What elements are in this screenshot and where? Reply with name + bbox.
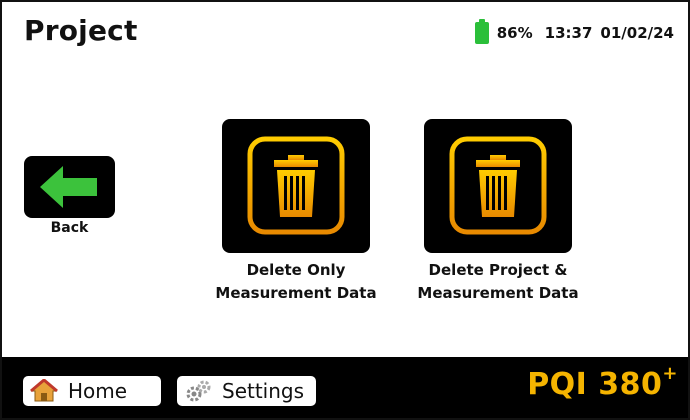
battery-percent: 86% xyxy=(496,24,533,42)
home-label: Home xyxy=(68,379,128,403)
arrow-left-icon xyxy=(40,166,97,208)
back-label: Back xyxy=(50,220,89,236)
screen-frame: Project 86% 13:37 01/02/24 Back Delete O… xyxy=(0,0,690,420)
home-tab[interactable]: Home xyxy=(23,376,161,406)
delete-project-label: Delete Project & Measurement Data xyxy=(417,261,579,302)
delete-measurement-data-label: Delete Only Measurement Data xyxy=(215,261,377,302)
house-icon xyxy=(30,379,58,403)
settings-tab[interactable]: Settings xyxy=(177,376,316,406)
bottom-bar: Home Settings PQI 380+ xyxy=(2,357,688,418)
trash-icon xyxy=(449,136,547,235)
clock-time: 13:37 xyxy=(544,24,593,42)
status-bar: 86% 13:37 01/02/24 xyxy=(474,19,674,44)
brand-logo: PQI 380+ xyxy=(527,363,678,402)
gears-icon xyxy=(184,379,212,403)
back-button[interactable] xyxy=(24,156,115,218)
trash-icon xyxy=(247,136,345,235)
page-title: Project xyxy=(24,14,138,47)
battery-icon xyxy=(474,19,489,44)
clock-date: 01/02/24 xyxy=(600,24,674,42)
settings-label: Settings xyxy=(222,379,305,403)
delete-measurement-data-button[interactable] xyxy=(222,119,370,253)
delete-project-button[interactable] xyxy=(424,119,572,253)
